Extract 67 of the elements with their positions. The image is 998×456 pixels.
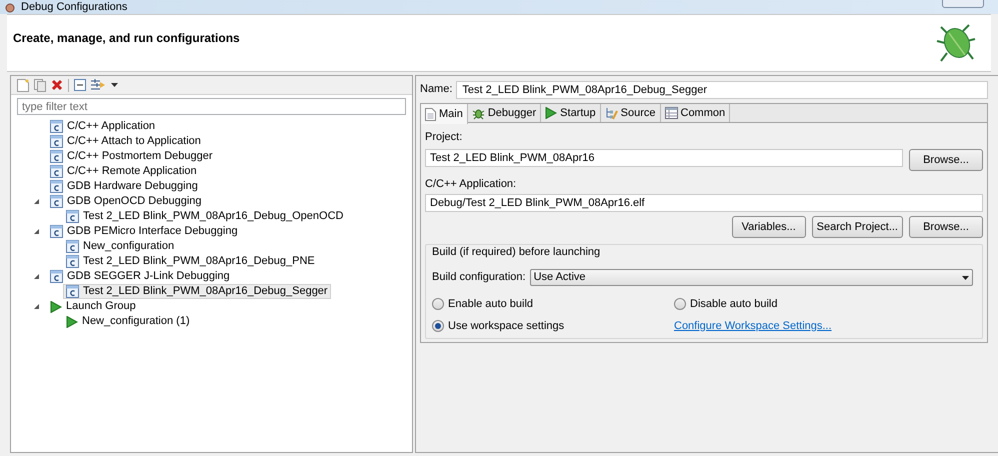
configuration-icon [50, 270, 63, 283]
build-configuration-dropdown[interactable]: Use Active [530, 269, 973, 286]
configuration-icon [50, 180, 63, 193]
source-tree-icon [604, 106, 618, 120]
filter-icon[interactable] [91, 79, 106, 91]
window-title: Debug Configurations [21, 0, 128, 14]
group-title: Build (if required) before launching [430, 246, 602, 258]
play-icon [66, 316, 78, 328]
search-project-button[interactable]: Search Project... [812, 216, 903, 238]
configuration-icon [66, 255, 79, 268]
duplicate-icon[interactable] [34, 78, 46, 92]
configuration-icon [50, 120, 63, 133]
name-field[interactable]: Test 2_LED Blink_PWM_08Apr16_Debug_Segger [456, 80, 988, 98]
collapse-all-icon[interactable] [74, 79, 86, 91]
play-icon [545, 107, 558, 119]
build-configuration-label: Build configuration: [432, 270, 526, 286]
radio-label: Use workspace settings [448, 318, 564, 334]
collapse-arrow-icon[interactable] [33, 303, 40, 310]
tree-item[interactable]: C/C++ Remote Application [47, 164, 200, 179]
radio-button[interactable] [674, 298, 686, 310]
tree-item[interactable]: C/C++ Attach to Application [47, 134, 204, 149]
configuration-icon [50, 135, 63, 148]
tree-item[interactable]: GDB SEGGER J-Link Debugging [47, 269, 233, 284]
dropdown-caret-icon[interactable] [111, 83, 118, 87]
configuration-icon [50, 150, 63, 163]
radio-button[interactable] [432, 320, 444, 332]
radio-button[interactable] [432, 298, 444, 310]
configuration-icon [66, 240, 79, 253]
configuration-icon [50, 165, 63, 178]
configure-workspace-link[interactable]: Configure Workspace Settings... [674, 318, 916, 334]
tree-item[interactable]: New_configuration (1) [63, 314, 193, 329]
tree-item[interactable]: GDB PEMicro Interface Debugging [47, 224, 241, 239]
application-field[interactable]: Debug/Test 2_LED Blink_PWM_08Apr16.elf [425, 194, 983, 212]
play-icon [50, 300, 62, 312]
tree-item[interactable]: Launch Group [47, 299, 139, 314]
configuration-icon [50, 195, 63, 208]
header-title: Create, manage, and run configurations [13, 30, 240, 45]
tree-item[interactable]: Test 2_LED Blink_PWM_08Apr16_Debug_Segger [63, 284, 331, 299]
name-label: Name: [420, 82, 452, 98]
radio-label: Enable auto build [448, 297, 534, 312]
tree-item[interactable]: GDB Hardware Debugging [47, 179, 201, 194]
document-icon [425, 108, 436, 120]
collapse-arrow-icon[interactable] [33, 198, 40, 205]
tree-item[interactable]: GDB OpenOCD Debugging [47, 194, 205, 209]
configuration-icon [66, 210, 79, 223]
configuration-icon [66, 285, 79, 298]
variables-button[interactable]: Variables... [732, 216, 806, 238]
tree-item[interactable]: C/C++ Application [47, 119, 158, 134]
radio-label: Disable auto build [690, 297, 778, 312]
browse-button[interactable]: Browse... [909, 149, 983, 171]
tree-item[interactable]: Test 2_LED Blink_PWM_08Apr16_Debug_OpenOCD [63, 209, 346, 224]
new-configuration-icon[interactable] [17, 78, 29, 92]
collapse-arrow-icon[interactable] [33, 228, 40, 235]
dropdown-caret-icon [962, 276, 969, 280]
filter-field[interactable]: type filter text [17, 98, 406, 115]
project-label: Project: [425, 130, 464, 143]
table-icon [664, 107, 678, 119]
tree-item[interactable]: New_configuration [63, 239, 178, 254]
tree-item[interactable]: Test 2_LED Blink_PWM_08Apr16_Debug_PNE [63, 254, 318, 269]
project-field[interactable]: Test 2_LED Blink_PWM_08Apr16 [425, 149, 903, 167]
configuration-icon [50, 225, 63, 238]
tab[interactable]: Main [421, 104, 468, 124]
application-label: C/C++ Application: [425, 177, 518, 190]
collapse-arrow-icon[interactable] [33, 273, 40, 280]
browse-button[interactable]: Browse... [909, 216, 983, 238]
tree-item[interactable]: C/C++ Postmortem Debugger [47, 149, 216, 164]
delete-icon[interactable] [51, 79, 63, 91]
